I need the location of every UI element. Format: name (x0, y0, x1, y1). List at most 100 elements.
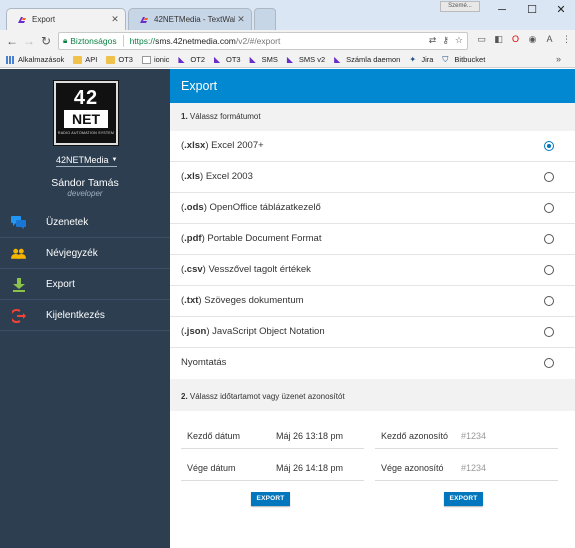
caret-down-icon: ▼ (111, 157, 118, 163)
format-option-xls[interactable]: (.xls) Excel 2003 (170, 162, 575, 193)
opera-icon[interactable]: O (510, 34, 521, 45)
format-list: (.xlsx) Excel 2007+ (.xls) Excel 2003 (.… (170, 131, 575, 379)
format-option-txt[interactable]: (.txt) Szöveges dokumentum (170, 286, 575, 317)
apps-grid-icon (6, 55, 15, 64)
address-bar[interactable]: 🔒︎ Biztonságos https://sms.42netmedia.co… (58, 32, 468, 50)
sidebar-item-logout[interactable]: Kijelentkezés (0, 300, 170, 331)
chevron-right-icon[interactable]: » (556, 54, 561, 64)
page-title: Export (170, 69, 575, 103)
menu-icon[interactable]: ⋮ (561, 34, 572, 45)
extension-icon[interactable]: ◧ (493, 34, 504, 45)
folder-icon (106, 55, 116, 64)
start-id-field[interactable]: Kezdő azonosító #1234 (375, 423, 558, 449)
bookmark-ot3[interactable]: ◣ OT3 (214, 55, 241, 64)
bookmark-ot2[interactable]: ◣ OT2 (178, 55, 205, 64)
end-id-field[interactable]: Vége azonosító #1234 (375, 455, 558, 481)
tab-textwall[interactable]: 42NETMedia - TextWall ✕ (128, 8, 252, 30)
sidebar-menu: Üzenetek Névjegyzék Export Kijelentkezés (0, 207, 170, 331)
translate-icon[interactable]: ⇄ (429, 35, 437, 46)
42net-logo: 42 NET RADIO AUTOMATION SYSTEM (54, 81, 118, 145)
extension-icon[interactable]: ◉ (527, 34, 538, 45)
format-option-json[interactable]: (.json) JavaScript Object Notation (170, 317, 575, 348)
range-form: Kezdő dátum Máj 26 13:18 pm Vége dátum M… (170, 411, 575, 506)
maximize-icon[interactable]: ☐ (516, 0, 548, 20)
bitbucket-icon: ⛉ (442, 54, 449, 64)
sidebar-item-label: Üzenetek (46, 216, 89, 228)
42net-logo-icon: ◣ (249, 54, 256, 64)
bookmark-api[interactable]: API (73, 55, 97, 64)
bookmark-sms[interactable]: ◣ SMS (250, 55, 278, 64)
url-host: sms.42netmedia.com (155, 36, 236, 46)
tab-title: Export (32, 15, 56, 24)
contacts-icon (11, 246, 26, 261)
company-dropdown[interactable]: 42NETMedia ▼ (56, 155, 118, 167)
close-icon[interactable]: ✕ (235, 14, 247, 25)
format-option-csv[interactable]: (.csv) Vesszővel tagolt értékek (170, 255, 575, 286)
radio[interactable] (544, 265, 554, 275)
url-path: /v2/#/export (235, 36, 281, 46)
company-name: 42NETMedia (56, 155, 109, 165)
section-format-header: 1. Válassz formátumot (170, 103, 575, 131)
sidebar-item-export[interactable]: Export (0, 269, 170, 300)
user-name: Sándor Tamás (51, 177, 119, 189)
close-icon[interactable]: ✕ (109, 14, 121, 25)
bookmark-bitbucket[interactable]: ⛉ Bitbucket (442, 55, 485, 64)
page-icon (141, 55, 151, 64)
lock-icon: 🔒︎ (63, 36, 68, 45)
browser-titlebar: Export ✕ 42NETMedia - TextWall ✕ Szemé..… (0, 0, 575, 30)
bookmark-jira[interactable]: ✦ Jira (409, 55, 433, 64)
sidebar-item-messages[interactable]: Üzenetek (0, 207, 170, 238)
chat-icon (11, 215, 26, 230)
jira-icon: ✦ (409, 54, 417, 64)
start-date-field[interactable]: Kezdő dátum Máj 26 13:18 pm (181, 423, 364, 449)
main-content: Export 1. Válassz formátumot (.xlsx) Exc… (170, 69, 575, 548)
bookmark-ionic[interactable]: ionic (141, 55, 169, 64)
format-option-ods[interactable]: (.ods) OpenOffice táblázatkezelő (170, 193, 575, 224)
format-option-print[interactable]: Nyomtatás (170, 348, 575, 379)
format-option-xlsx[interactable]: (.xlsx) Excel 2007+ (170, 131, 575, 162)
divider (122, 35, 124, 47)
sidebar-item-contacts[interactable]: Névjegyzék (0, 238, 170, 269)
tab-title: 42NETMedia - TextWall (154, 15, 235, 24)
42net-logo-icon (139, 15, 149, 25)
42net-logo-icon: ◣ (214, 54, 221, 64)
tab-export[interactable]: Export ✕ (6, 8, 126, 30)
end-date-field[interactable]: Vége dátum Máj 26 14:18 pm (181, 455, 364, 481)
radio[interactable] (544, 234, 554, 244)
sidebar-item-label: Névjegyzék (46, 247, 98, 259)
folder-icon (73, 55, 83, 64)
star-icon[interactable]: ☆ (455, 35, 463, 46)
profile-badge[interactable]: Szemé... (440, 1, 480, 12)
bookmark-szamla-daemon[interactable]: ◣ Számla daemon (334, 55, 400, 64)
radio[interactable] (544, 203, 554, 213)
extension-icon[interactable]: A (544, 34, 555, 45)
export-id-button[interactable]: EXPORT (444, 492, 483, 506)
42net-logo-icon: ◣ (334, 54, 341, 64)
radio[interactable] (544, 172, 554, 182)
close-window-icon[interactable]: ✕ (545, 0, 575, 20)
back-icon[interactable]: ← (4, 32, 20, 50)
bookmark-ot3-folder[interactable]: OT3 (106, 55, 133, 64)
minimize-icon[interactable]: ─ (486, 0, 518, 20)
sidebar: 42 NET RADIO AUTOMATION SYSTEM 42NETMedi… (0, 69, 170, 548)
radio[interactable] (544, 296, 554, 306)
key-icon[interactable]: ⚷ (442, 35, 449, 46)
42net-logo-icon (17, 15, 27, 25)
browser-toolbar: ← → ↻ 🔒︎ Biztonságos https://sms.42netme… (0, 30, 575, 52)
bookmark-apps[interactable]: Alkalmazások (6, 55, 64, 64)
download-icon (11, 277, 26, 292)
reload-icon[interactable]: ↻ (38, 32, 54, 50)
radio[interactable] (544, 358, 554, 368)
export-date-button[interactable]: EXPORT (251, 492, 290, 506)
42net-logo-icon: ◣ (178, 54, 185, 64)
secure-label: Biztonságos (70, 36, 117, 46)
user-role: developer (67, 189, 103, 198)
format-option-pdf[interactable]: (.pdf) Portable Document Format (170, 224, 575, 255)
radio-selected[interactable] (544, 141, 554, 151)
new-tab-button[interactable] (254, 8, 276, 30)
forward-icon[interactable]: → (21, 32, 37, 50)
cast-icon[interactable]: ▭ (476, 34, 487, 45)
radio[interactable] (544, 327, 554, 337)
sidebar-item-label: Kijelentkezés (46, 309, 105, 321)
bookmark-sms-v2[interactable]: ◣ SMS v2 (287, 55, 325, 64)
